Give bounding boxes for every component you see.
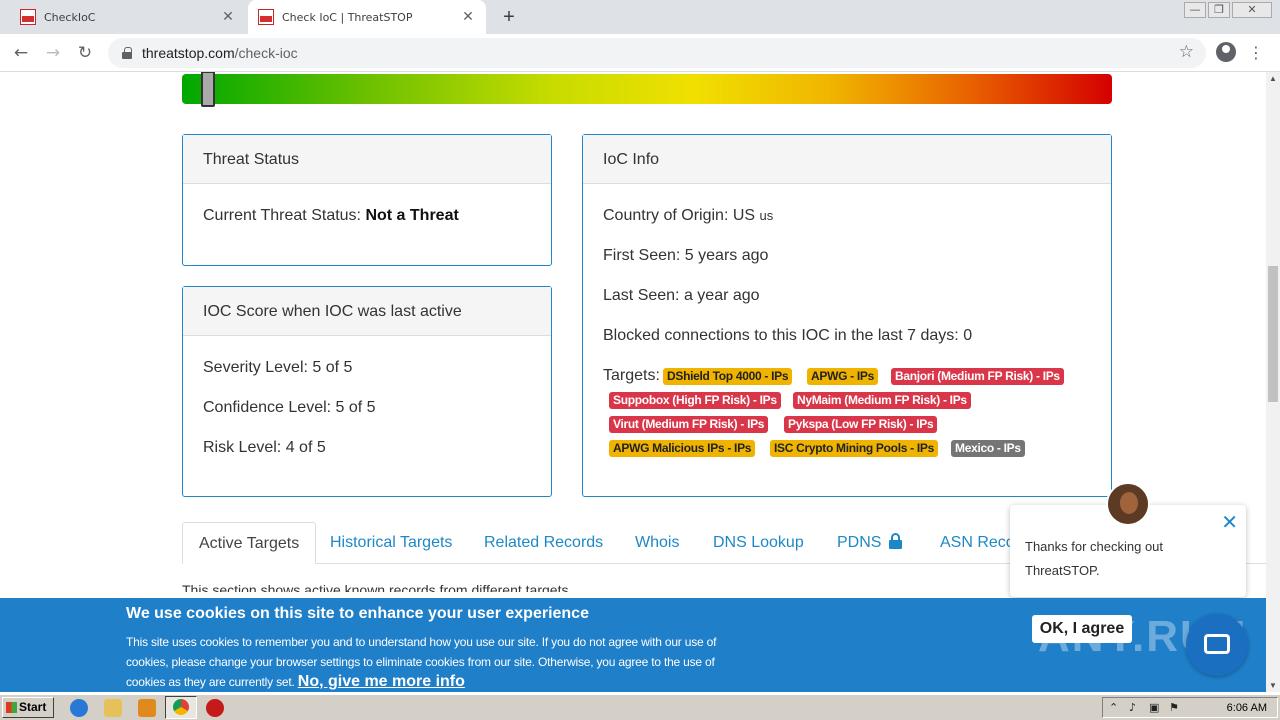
system-tray: ⌃ ♪ ▣ ⚑ 6:06 AM bbox=[1102, 697, 1278, 718]
ioc-info-panel: IoC Info Country of Origin: US us First … bbox=[582, 134, 1112, 497]
tab-pdns[interactable]: PDNS bbox=[837, 522, 903, 564]
media-player-icon[interactable] bbox=[138, 699, 156, 717]
target-badge[interactable]: Banjori (Medium FP Risk) - IPs bbox=[891, 368, 1064, 385]
close-window-button[interactable]: ✕ bbox=[1232, 2, 1272, 18]
panel-heading: IoC Info bbox=[583, 135, 1111, 184]
clock: 6:06 AM bbox=[1226, 702, 1267, 714]
tab-title: CheckIoC bbox=[44, 10, 96, 24]
more-info-link[interactable]: No, give me more info bbox=[298, 673, 465, 690]
target-badge[interactable]: NyMaim (Medium FP Risk) - IPs bbox=[793, 392, 971, 409]
action-flag-icon[interactable]: ⚑ bbox=[1169, 701, 1179, 714]
cookie-text: This site uses cookies to remember you a… bbox=[126, 633, 736, 693]
url-host: threatstop.com bbox=[142, 45, 235, 61]
section-description: This section shows active known records … bbox=[182, 582, 569, 592]
internet-explorer-icon[interactable] bbox=[70, 699, 88, 717]
targets-label: Targets: bbox=[603, 367, 660, 384]
tab-pdns-label: PDNS bbox=[837, 534, 882, 551]
chat-message: Thanks for checking out ThreatSTOP. bbox=[1025, 539, 1164, 578]
threat-status-panel: Threat Status Current Threat Status: Not… bbox=[182, 134, 552, 266]
close-icon[interactable]: ✕ bbox=[1221, 513, 1238, 533]
threatstop-favicon-icon bbox=[258, 9, 274, 25]
browser-tab-threatstop[interactable]: Check IoC | ThreatSTOP ✕ bbox=[248, 0, 486, 34]
tab-dns-lookup[interactable]: DNS Lookup bbox=[713, 522, 804, 564]
target-badge[interactable]: ISC Crypto Mining Pools - IPs bbox=[770, 440, 938, 457]
severity-level: Severity Level: 5 of 5 bbox=[203, 359, 353, 376]
risk-level: Risk Level: 4 of 5 bbox=[203, 439, 326, 456]
tab-active-targets[interactable]: Active Targets bbox=[182, 522, 317, 564]
tab-title: Check IoC | ThreatSTOP bbox=[282, 10, 413, 24]
minimize-button[interactable]: — bbox=[1184, 2, 1206, 18]
folder-icon[interactable] bbox=[104, 699, 122, 717]
lock-icon bbox=[122, 47, 132, 59]
tab-close-icon[interactable]: ✕ bbox=[220, 9, 236, 25]
back-arrow-icon[interactable]: ← bbox=[8, 40, 34, 66]
maximize-button[interactable]: ❐ bbox=[1208, 2, 1230, 18]
target-badge[interactable]: Pykspa (Low FP Risk) - IPs bbox=[784, 416, 938, 433]
threatstop-favicon-icon bbox=[20, 9, 36, 25]
chrome-icon bbox=[173, 699, 189, 715]
browser-toolbar: ← → ↻ threatstop.com/check-ioc ☆ ⋮ bbox=[0, 34, 1280, 72]
chat-launcher-icon[interactable] bbox=[1186, 614, 1248, 676]
address-bar[interactable]: threatstop.com/check-ioc ☆ bbox=[108, 38, 1206, 68]
profile-avatar-icon[interactable] bbox=[1216, 42, 1236, 62]
bookmark-star-icon[interactable]: ☆ bbox=[1179, 42, 1194, 62]
start-button[interactable]: Start bbox=[2, 697, 54, 718]
new-tab-button[interactable]: + bbox=[498, 6, 520, 28]
current-threat-status: Current Threat Status: Not a Threat bbox=[203, 207, 459, 225]
windows-logo-icon bbox=[6, 702, 17, 713]
lock-icon bbox=[889, 533, 903, 549]
cookie-title: We use cookies on this site to enhance y… bbox=[126, 605, 589, 622]
scroll-up-arrow-icon[interactable]: ▲ bbox=[1269, 74, 1277, 83]
network-icon[interactable]: ▣ bbox=[1149, 701, 1159, 714]
cookie-banner: We use cookies on this site to enhance y… bbox=[0, 598, 1266, 692]
confidence-level: Confidence Level: 5 of 5 bbox=[203, 399, 376, 416]
target-badge[interactable]: Mexico - IPs bbox=[951, 440, 1025, 457]
threat-gauge bbox=[182, 72, 1112, 107]
scroll-thumb[interactable] bbox=[1268, 266, 1278, 402]
country-text: Country of Origin: US bbox=[603, 207, 756, 224]
tab-asn-records[interactable]: ASN Reco bbox=[940, 522, 1015, 564]
panel-heading: Threat Status bbox=[183, 135, 551, 184]
browser-tab-strip: CheckIoC ✕ Check IoC | ThreatSTOP ✕ + — … bbox=[0, 0, 1280, 34]
threat-status-value: Not a Threat bbox=[365, 207, 459, 224]
tab-close-icon[interactable]: ✕ bbox=[460, 9, 476, 25]
reload-icon[interactable]: ↻ bbox=[72, 40, 98, 66]
start-label: Start bbox=[19, 700, 47, 714]
target-badge[interactable]: Suppobox (High FP Risk) - IPs bbox=[609, 392, 781, 409]
gauge-indicator bbox=[200, 72, 215, 107]
tab-whois[interactable]: Whois bbox=[635, 522, 679, 564]
panel-heading: IOC Score when IOC was last active bbox=[183, 287, 551, 336]
target-badge[interactable]: APWG Malicious IPs - IPs bbox=[609, 440, 756, 457]
tab-related-records[interactable]: Related Records bbox=[484, 522, 603, 564]
ioc-score-panel: IOC Score when IOC was last active Sever… bbox=[182, 286, 552, 497]
tab-historical-targets[interactable]: Historical Targets bbox=[330, 522, 452, 564]
cookie-agree-button[interactable]: OK, I agree bbox=[1032, 615, 1132, 643]
target-badge[interactable]: DShield Top 4000 - IPs bbox=[663, 368, 793, 385]
threat-status-label: Current Threat Status: bbox=[203, 207, 361, 224]
target-badge[interactable]: Virut (Medium FP Risk) - IPs bbox=[609, 416, 769, 433]
last-seen: Last Seen: a year ago bbox=[603, 287, 760, 304]
forward-arrow-icon[interactable]: → bbox=[40, 40, 66, 66]
volume-icon[interactable]: ♪ bbox=[1129, 701, 1136, 714]
chat-agent-avatar bbox=[1106, 482, 1150, 526]
country-flag-code: us bbox=[759, 208, 774, 223]
browser-tab-checkioc[interactable]: CheckIoC ✕ bbox=[10, 0, 246, 34]
chrome-taskbar-button[interactable] bbox=[165, 696, 197, 719]
country-of-origin: Country of Origin: US us bbox=[603, 207, 773, 225]
windows-taskbar: Start ⌃ ♪ ▣ ⚑ 6:06 AM bbox=[0, 694, 1280, 720]
blocked-connections: Blocked connections to this IOC in the l… bbox=[603, 327, 973, 344]
tray-expand-icon[interactable]: ⌃ bbox=[1109, 701, 1118, 714]
url-path: /check-ioc bbox=[234, 45, 298, 61]
target-badge[interactable]: APWG - IPs bbox=[807, 368, 879, 385]
first-seen: First Seen: 5 years ago bbox=[603, 247, 769, 264]
page-scrollbar[interactable]: ▲ ▼ bbox=[1266, 72, 1280, 692]
stop-icon[interactable] bbox=[206, 699, 224, 717]
chrome-menu-icon[interactable]: ⋮ bbox=[1248, 40, 1264, 66]
scroll-down-arrow-icon[interactable]: ▼ bbox=[1269, 681, 1277, 690]
